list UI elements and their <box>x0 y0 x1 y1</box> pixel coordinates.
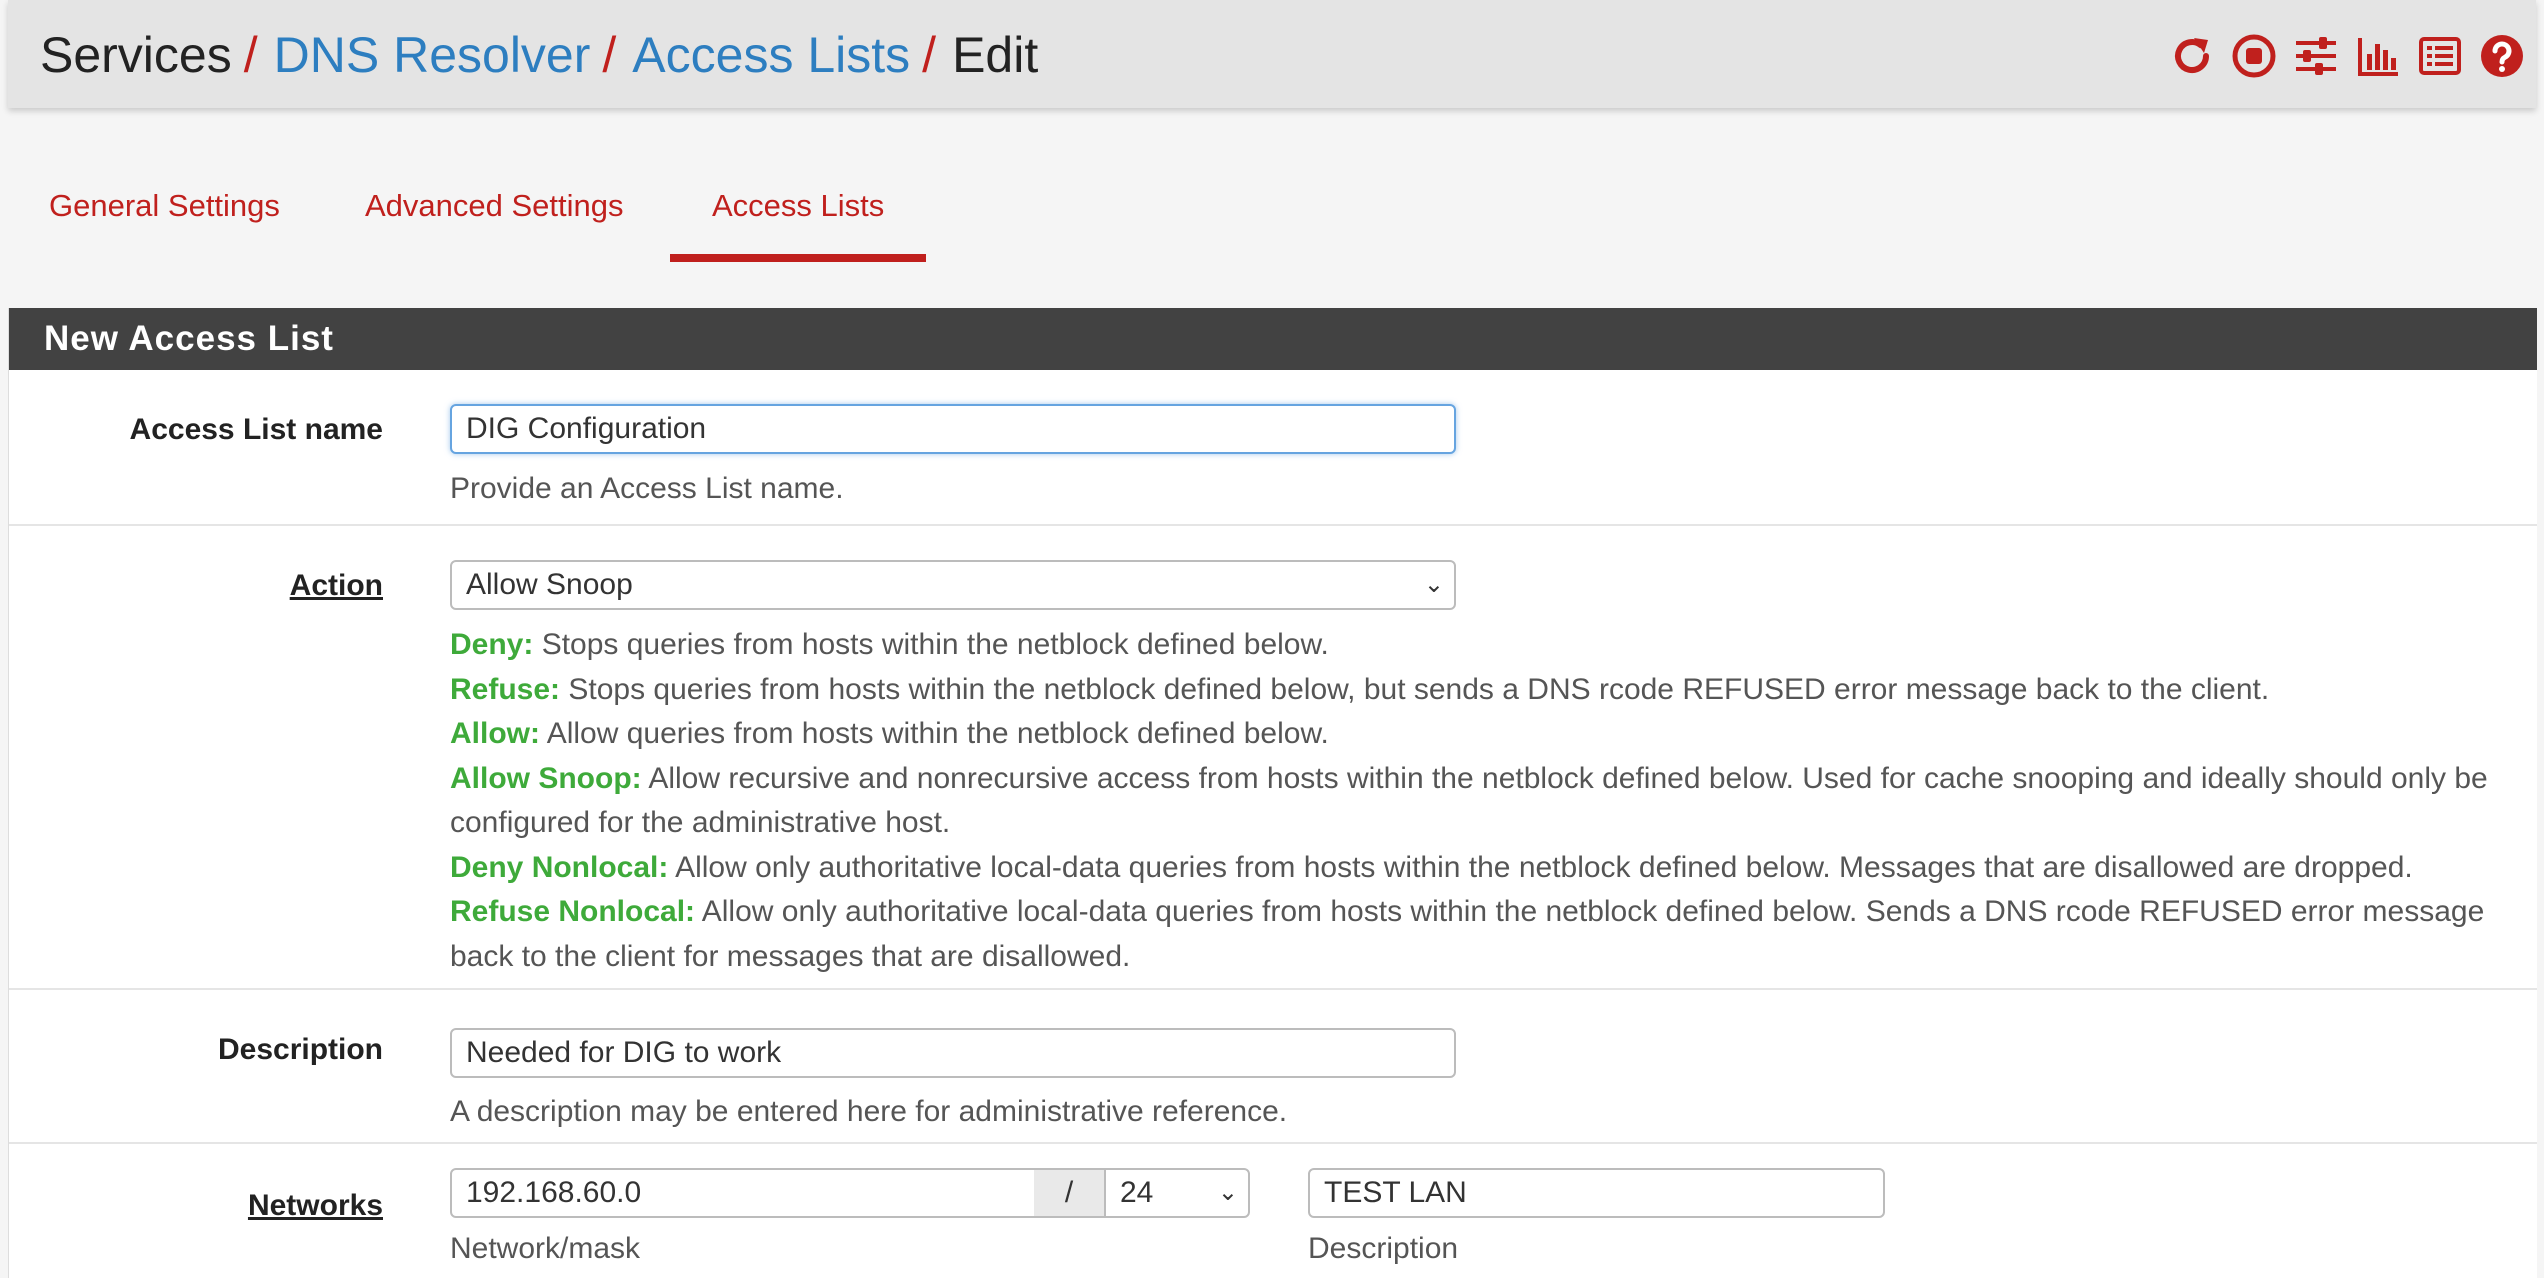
access-list-name-label: Access List name <box>129 413 383 446</box>
action-help-deny-nonlocal: Deny Nonlocal: Allow only authoritative … <box>450 850 2413 884</box>
help-icon[interactable] <box>2476 30 2528 82</box>
mask-separator: / <box>1034 1168 1104 1218</box>
action-help-refuse: Refuse: Stops queries from hosts within … <box>450 672 2270 706</box>
settings-sliders-icon[interactable] <box>2290 30 2342 82</box>
tab-access-lists[interactable]: Access Lists <box>669 170 927 262</box>
tab-general-settings[interactable]: General Settings <box>49 170 280 262</box>
header-icons <box>2156 30 2528 82</box>
tab-advanced-settings[interactable]: Advanced Settings <box>365 170 624 262</box>
breadcrumb-edit: Edit <box>952 27 1039 83</box>
row-action: Action Allow Snoop ⌄ Deny: Stops queries… <box>9 526 2537 990</box>
description-label: Description <box>217 1033 383 1066</box>
breadcrumb-separator: / <box>602 27 617 83</box>
description-input[interactable]: Needed for DIG to work <box>450 1028 1456 1078</box>
access-list-name-help: Provide an Access List name. <box>450 472 844 505</box>
breadcrumb: Services / DNS Resolver / Access Lists / Edit <box>40 22 1038 88</box>
action-help-allow: Allow: Allow queries from hosts within t… <box>450 717 1329 750</box>
breadcrumb-separator: / <box>922 27 937 83</box>
access-list-name-input[interactable]: DIG Configuration <box>450 404 1456 454</box>
status-chart-icon[interactable] <box>2352 30 2404 82</box>
chevron-down-icon: ⌄ <box>1423 571 1444 598</box>
network-address-input[interactable]: 192.168.60.0 <box>450 1168 1036 1218</box>
breadcrumb-dns-resolver[interactable]: DNS Resolver <box>274 27 591 83</box>
network-mask-help: Network/mask <box>450 1232 641 1265</box>
breadcrumb-services: Services <box>40 27 232 83</box>
stop-service-icon[interactable] <box>2228 30 2280 82</box>
top-bar: Services / DNS Resolver / Access Lists / Edit <box>8 0 2536 108</box>
network-mask-value: 24 <box>1120 1176 1154 1209</box>
panel-title: New Access List <box>9 308 2537 370</box>
row-access-list-name: Access List name DIG Configuration Provi… <box>9 370 2537 526</box>
network-description-input[interactable]: TEST LAN <box>1308 1168 1885 1218</box>
action-help: Deny: Stops queries from hosts within th… <box>450 623 2530 979</box>
access-list-panel: New Access List Access List name DIG Con… <box>8 308 2537 1278</box>
breadcrumb-access-lists[interactable]: Access Lists <box>632 27 910 83</box>
row-description: Description Needed for DIG to work A des… <box>9 990 2537 1144</box>
network-description-help: Description <box>1308 1232 1459 1265</box>
action-help-deny: Deny: Stops queries from hosts within th… <box>450 628 1329 661</box>
networks-label[interactable]: Networks <box>248 1189 383 1223</box>
action-help-allow-snoop: Allow Snoop: Allow recursive and nonrecu… <box>450 761 2488 840</box>
reload-icon[interactable] <box>2166 30 2218 82</box>
log-list-icon[interactable] <box>2414 30 2466 82</box>
action-help-refuse-nonlocal: Refuse Nonlocal: Allow only authoritativ… <box>450 895 2485 973</box>
action-select-value: Allow Snoop <box>466 568 633 601</box>
network-mask-select[interactable]: 24 ⌄ <box>1104 1168 1250 1218</box>
row-networks: Networks 192.168.60.0 / 24 ⌄ TEST LAN Ne… <box>9 1144 2537 1278</box>
action-label[interactable]: Action <box>290 569 383 603</box>
chevron-down-icon: ⌄ <box>1217 1179 1238 1206</box>
breadcrumb-separator: / <box>243 27 258 83</box>
action-select[interactable]: Allow Snoop ⌄ <box>450 560 1456 610</box>
description-help: A description may be entered here for ad… <box>450 1095 1288 1128</box>
